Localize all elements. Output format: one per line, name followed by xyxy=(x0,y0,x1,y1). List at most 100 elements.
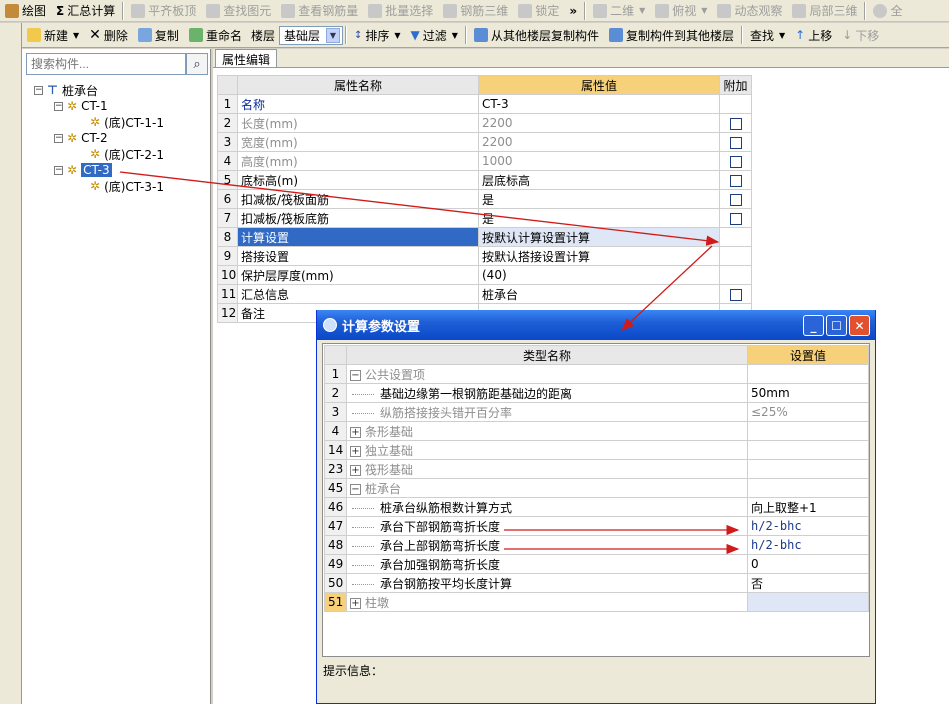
rename-icon xyxy=(188,28,203,42)
tree-root[interactable]: − ⊤ 桩承台 xyxy=(34,82,98,98)
table-row[interactable]: 23 + 筏形基础 xyxy=(324,459,869,479)
copy-to-floor-button[interactable]: 复制构件到其他楼层 xyxy=(604,25,739,45)
local-3d-icon xyxy=(792,3,807,18)
move-down-button[interactable]: ↓ 下移 xyxy=(837,25,884,45)
delete-button[interactable]: ✕ 删除 xyxy=(84,25,133,45)
dynamic-view-button[interactable]: 动态观察 xyxy=(712,1,787,21)
table-row[interactable]: 14 + 独立基础 xyxy=(324,440,869,460)
full-button[interactable]: 全 xyxy=(868,1,907,21)
filter-button[interactable]: ▼ 过滤 ▼ xyxy=(406,25,463,45)
maximize-icon: ☐ xyxy=(831,318,842,333)
collapse-icon[interactable]: − xyxy=(350,483,361,495)
tree-item-ct2-1[interactable]: ✲ (底)CT-2-1 xyxy=(90,146,164,162)
expand-icon[interactable]: + xyxy=(350,426,361,438)
table-row[interactable]: 48 承台上部钢筋弯折长度 h/2-bhc xyxy=(324,535,869,555)
align-slab-top-button[interactable]: 平齐板顶 xyxy=(126,1,201,21)
dialog-title: 计算参数设置 xyxy=(342,319,421,335)
chevron-down-icon: ▼ xyxy=(73,30,80,40)
table-row[interactable]: 45− 桩承台 xyxy=(324,478,869,498)
table-row[interactable]: 9 搭接设置 按默认搭接设置计算 xyxy=(217,246,752,266)
collapse-icon[interactable]: − xyxy=(54,133,63,143)
collapse-icon[interactable]: − xyxy=(54,165,63,175)
table-row[interactable]: 2 基础边缘第一根钢筋距基础边的距离 50mm xyxy=(324,383,869,403)
table-row[interactable]: 10 保护层厚度(mm) (40) xyxy=(217,265,752,285)
search-input[interactable] xyxy=(26,53,186,75)
tree-item-ct1-1[interactable]: ✲ (底)CT-1-1 xyxy=(90,114,164,130)
table-row[interactable]: 2 长度(mm) 2200 xyxy=(217,113,752,133)
table-row[interactable]: 46 桩承台纵筋根数计算方式 向上取整+1 xyxy=(324,497,869,517)
find-button[interactable]: 查找 ▼ xyxy=(745,25,790,45)
pile-cap-icon: ⊤ xyxy=(47,83,58,97)
move-up-button[interactable]: ↑ 上移 xyxy=(790,25,837,45)
search-button[interactable]: ⌕ xyxy=(186,53,208,75)
table-row[interactable]: 3 宽度(mm) 2200 xyxy=(217,132,752,152)
extra-checkbox[interactable] xyxy=(729,212,742,225)
minimize-button[interactable]: _ xyxy=(803,315,824,336)
component-toolbar: ✕ 新建▼ ✕删除 复制 重命名 楼层 基础层▼ ↕排序▼ ▼过滤▼ 从其他楼层… xyxy=(0,23,949,48)
table-row[interactable]: 5 底标高(m) 层底标高 xyxy=(217,170,752,190)
column-header-value: 属性值 xyxy=(478,75,720,95)
extra-checkbox[interactable] xyxy=(729,174,742,187)
expand-icon[interactable]: + xyxy=(350,464,361,476)
floor-select[interactable]: 基础层 ▼ xyxy=(278,25,343,45)
extra-checkbox[interactable] xyxy=(729,117,742,130)
batch-select-button[interactable]: 批量选择 xyxy=(363,1,438,21)
tree-item-ct3[interactable]: − ✲ CT-3 xyxy=(54,162,112,178)
find-element-button[interactable]: 查找图元 xyxy=(201,1,276,21)
table-row[interactable]: 7 扣减板/筏板底筋是 xyxy=(217,208,752,228)
top-view-select[interactable]: 俯视 ▼ xyxy=(650,1,712,21)
table-row[interactable]: 49 承台加强钢筋弯折长度 0 xyxy=(324,554,869,574)
maximize-button[interactable]: ☐ xyxy=(826,315,847,336)
table-row[interactable]: 6 扣减板/筏板面筋是 xyxy=(217,189,752,209)
gear-icon: ✲ xyxy=(90,179,101,193)
table-row-selected[interactable]: 8 计算设置 按默认计算设置计算 xyxy=(217,227,752,247)
new-button[interactable]: 新建 ▼ xyxy=(22,25,84,45)
tree-item-ct1[interactable]: − ✲ CT-1 xyxy=(54,98,108,114)
sigma-icon: Σ xyxy=(56,3,65,18)
tree-item-ct3-1[interactable]: ✲ (底)CT-3-1 xyxy=(90,178,164,194)
extra-checkbox[interactable] xyxy=(729,193,742,206)
lock-button[interactable]: 锁定 xyxy=(513,1,564,21)
collapse-icon[interactable]: − xyxy=(54,101,63,111)
sort-button[interactable]: ↕ 排序 ▼ xyxy=(349,25,406,45)
floor-label: 楼层 xyxy=(250,28,275,43)
2d-icon xyxy=(593,3,608,18)
tree-item-ct2[interactable]: − ✲ CT-2 xyxy=(54,130,108,146)
draw-button[interactable]: 绘图 xyxy=(0,1,51,21)
table-row[interactable]: 3 纵筋搭接接头错开百分率 ≤25% xyxy=(324,402,869,422)
table-row[interactable]: 1 名称 CT-3 xyxy=(217,94,752,114)
arrow-up-icon: ↑ xyxy=(795,28,806,42)
table-row-selected[interactable]: 51 + 柱墩 xyxy=(324,592,869,612)
table-row[interactable]: 4 高度(mm) 1000 xyxy=(217,151,752,171)
rebar-3d-button[interactable]: 钢筋三维 xyxy=(438,1,513,21)
collapse-icon[interactable]: − xyxy=(350,369,361,381)
copy-from-floor-button[interactable]: 从其他楼层复制构件 xyxy=(469,25,604,45)
chevron-down-icon: ▼ xyxy=(394,30,401,40)
view-rebar-button[interactable]: 查看钢筋量 xyxy=(276,1,363,21)
table-row[interactable]: 11 汇总信息 桩承台 xyxy=(217,284,752,304)
3d-icon xyxy=(443,3,458,18)
view-2d-select[interactable]: 二维 ▼ xyxy=(588,1,650,21)
expand-icon[interactable]: + xyxy=(350,445,361,457)
dialog-titlebar[interactable]: 计算参数设置 _ ☐ ✕ xyxy=(317,310,875,340)
table-row[interactable]: 4 + 条形基础 xyxy=(324,421,869,441)
extra-checkbox[interactable] xyxy=(729,288,742,301)
copy-button[interactable]: 复制 xyxy=(133,25,184,45)
copy-from-icon xyxy=(473,28,488,42)
settings-grid: 类型名称 设置值 1− 公共设置项 2 基础边缘第一根钢筋距基础边的距离 50mm 3… xyxy=(322,343,870,657)
more-button[interactable]: » xyxy=(564,1,582,21)
collapse-icon[interactable]: − xyxy=(34,85,43,95)
expand-icon[interactable]: + xyxy=(350,597,361,609)
table-row[interactable]: 1− 公共设置项 xyxy=(324,364,869,384)
rename-button[interactable]: 重命名 xyxy=(184,25,247,45)
summary-calc-button[interactable]: Σ 汇总计算 xyxy=(51,1,120,21)
align-icon xyxy=(131,3,146,18)
close-button[interactable]: ✕ xyxy=(849,315,870,336)
table-row[interactable]: 50 承台钢筋按平均长度计算否 xyxy=(324,573,869,593)
extra-checkbox[interactable] xyxy=(729,155,742,168)
tab-property-edit[interactable]: 属性编辑 xyxy=(215,49,278,67)
local-3d-button[interactable]: 局部三维 xyxy=(787,1,862,21)
filter-icon: ▼ xyxy=(410,28,420,42)
table-row[interactable]: 47 承台下部钢筋弯折长度 h/2-bhc xyxy=(324,516,869,536)
extra-checkbox[interactable] xyxy=(729,136,742,149)
